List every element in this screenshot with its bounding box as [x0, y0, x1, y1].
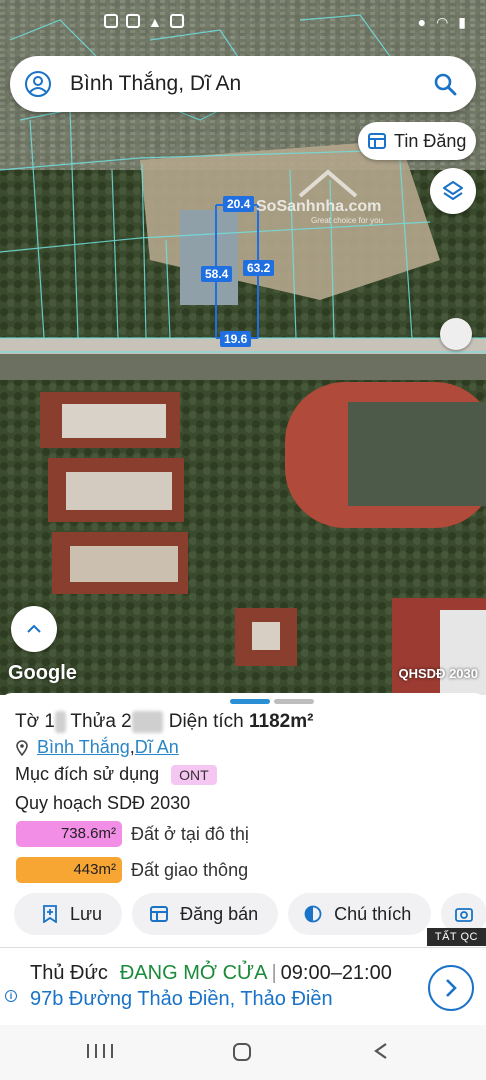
- zone-label: Đất giao thông: [131, 859, 249, 880]
- expand-up-button[interactable]: [11, 606, 57, 652]
- land-use-label: Mục đích sử dụng: [15, 764, 160, 784]
- blurred-sheet-digit: 6: [54, 711, 66, 733]
- location-pin-icon: [16, 739, 28, 756]
- watermark-tagline: Great choice for you: [311, 216, 384, 225]
- parcel-title: Tờ 16 Thửa 2000 Diện tích 1182m²: [15, 711, 313, 733]
- layer-label: QHSDĐ 2030: [398, 666, 478, 681]
- plan-label: Quy hoạch SDĐ 2030: [15, 793, 191, 813]
- parcel-info-sheet[interactable]: Tờ 16 Thửa 2000 Diện tích 1182m² Bình Th…: [0, 693, 486, 948]
- post-sale-label: Đăng bán: [180, 903, 259, 924]
- ad-info-icon[interactable]: i: [5, 990, 17, 1002]
- measure-label-right: 63.2: [243, 260, 275, 276]
- recent-apps-icon[interactable]: [84, 1042, 118, 1060]
- bookmark-add-icon: [43, 905, 57, 923]
- pager-indicator: [230, 699, 314, 704]
- ad-address: 97b Đường Thảo Điền, Thảo Điền: [30, 988, 333, 1010]
- system-nav-bar: [0, 1025, 486, 1080]
- measure-label-bottom: 19.6: [220, 331, 252, 347]
- zone-row-traffic: 443m² Đất giao thông: [16, 857, 248, 883]
- search-text[interactable]: Bình Thắng, Dĩ An: [70, 72, 432, 96]
- ad-banner[interactable]: i Thủ Đức ĐANG MỞ CỬA | 09:00–21:00 97b Đườ…: [0, 947, 486, 1025]
- legend-label: Chú thích: [334, 903, 412, 924]
- pager-dot: [274, 699, 314, 704]
- parcel-address: Bình Thắng, Dĩ An: [15, 737, 179, 758]
- parcel-lot-label: Thửa 2: [65, 711, 132, 732]
- tin-dang-label: Tin Đăng: [394, 130, 467, 151]
- messenger-icon: [169, 14, 184, 28]
- app-icon: [126, 14, 140, 28]
- location-icon: ●: [417, 14, 427, 30]
- legend-icon: [304, 905, 322, 923]
- zone-area-bar: 738.6m²: [16, 821, 122, 847]
- layers-button[interactable]: [430, 168, 476, 214]
- watermark: SoSanhnha.com Great choice for you: [256, 198, 383, 225]
- camera-add-icon: [455, 908, 474, 922]
- measure-label-top: 20.4: [223, 196, 255, 212]
- zone-area-bar: 443m²: [16, 857, 122, 883]
- wifi-icon: ◠: [436, 14, 449, 30]
- watermark-text: SoSanhnha.com: [256, 198, 382, 215]
- area-value: 1182m²: [249, 711, 314, 732]
- city-link[interactable]: Dĩ An: [135, 737, 179, 758]
- chevron-right-icon: [446, 979, 457, 997]
- blurred-lot-digits: 000: [131, 711, 164, 733]
- zone-row-residential: 738.6m² Đất ở tại đô thị: [16, 821, 249, 847]
- notification-icon: [104, 14, 118, 28]
- ad-separator: |: [271, 962, 277, 984]
- chevron-up-icon: [27, 624, 41, 633]
- land-use-row: Mục đích sử dụng ONT: [15, 764, 217, 785]
- ad-headline: Thủ Đức ĐANG MỞ CỬA | 09:00–21:00: [30, 962, 392, 985]
- zone-label: Đất ở tại đô thị: [131, 823, 249, 844]
- layers-icon: [443, 181, 463, 200]
- legend-button[interactable]: Chú thích: [288, 893, 432, 935]
- ad-store-name: Thủ Đức: [30, 962, 108, 984]
- save-button[interactable]: Lưu: [14, 893, 123, 935]
- search-icon[interactable]: [432, 71, 458, 97]
- map-handle-button[interactable]: [440, 318, 472, 350]
- action-row: Lưu Đăng bán Chú thích: [14, 893, 486, 935]
- ad-open-button[interactable]: [428, 965, 474, 1011]
- listing-icon: [368, 133, 386, 149]
- google-logo: Google: [8, 662, 77, 684]
- battery-icon: ▮: [458, 14, 466, 30]
- ad-open-status: ĐANG MỞ CỬA: [119, 962, 268, 984]
- search-bar[interactable]: Bình Thắng, Dĩ An: [10, 56, 476, 112]
- warning-icon: ▲: [148, 14, 162, 30]
- listing-icon: [150, 906, 169, 922]
- home-icon[interactable]: [232, 1042, 252, 1062]
- back-icon[interactable]: [372, 1042, 392, 1060]
- post-sale-button[interactable]: Đăng bán: [132, 893, 279, 935]
- map-view[interactable]: 20.4 58.4 63.2 19.6 SoSanhnha.com Great …: [0, 0, 486, 695]
- area-label: Diện tích: [163, 711, 249, 732]
- land-use-code-badge: ONT: [171, 764, 217, 785]
- pager-dot-active: [230, 699, 270, 704]
- ad-hours: 09:00–21:00: [280, 962, 392, 984]
- measure-label-left: 58.4: [201, 266, 233, 282]
- close-ad-button[interactable]: TẤT QC: [426, 928, 486, 946]
- status-bar: ▲ ● ◠ ▮: [0, 14, 486, 36]
- tin-dang-button[interactable]: Tin Đăng: [358, 122, 476, 160]
- account-icon[interactable]: [24, 70, 52, 98]
- save-label: Lưu: [70, 903, 103, 924]
- parcel-sheet-number: Tờ 1: [15, 711, 55, 732]
- ward-link[interactable]: Bình Thắng: [37, 737, 130, 758]
